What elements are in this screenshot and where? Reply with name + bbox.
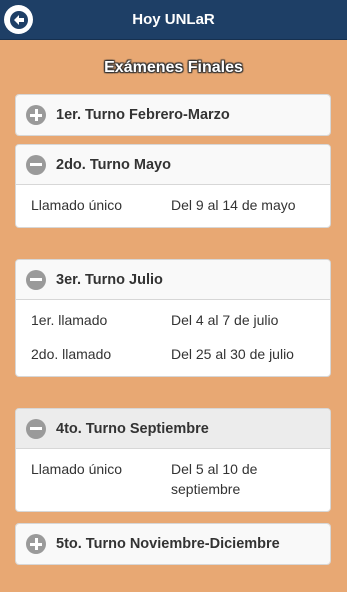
turno-card-mayo: 2do. Turno Mayo Llamado único Del 9 al 1…	[15, 144, 331, 228]
llamado-label: Llamado único	[31, 197, 123, 213]
turno-card-septiembre: 4to. Turno Septiembre Llamado único Del …	[15, 408, 331, 512]
collapse-minus-icon	[26, 154, 46, 175]
turno-title: 3er. Turno Julio	[56, 271, 163, 288]
turno-body: Llamado único Del 5 al 10 de septiembre	[16, 449, 330, 511]
expand-plus-icon	[26, 534, 46, 554]
app-header: Hoy UNLaR	[0, 0, 347, 40]
llamado-label: 1er. llamado	[31, 312, 108, 328]
turno-body: Llamado único Del 9 al 14 de mayo	[16, 185, 330, 227]
llamado-row: Llamado único Del 5 al 10 de septiembre	[16, 455, 330, 503]
llamado-dates: Del 25 al 30 de julio	[171, 346, 294, 362]
turno-body: 1er. llamado Del 4 al 7 de julio 2do. ll…	[16, 300, 330, 376]
llamado-row: 2do. llamado Del 25 al 30 de julio	[16, 334, 330, 368]
turno-header-septiembre[interactable]: 4to. Turno Septiembre	[16, 409, 330, 449]
turno-card-noviembre-diciembre: 5to. Turno Noviembre-Diciembre	[15, 523, 331, 565]
collapse-minus-icon	[26, 269, 46, 290]
collapse-minus-icon	[26, 418, 46, 439]
turno-header-julio[interactable]: 3er. Turno Julio	[16, 260, 330, 300]
page-title: Exámenes Finales	[104, 59, 243, 76]
expand-plus-icon	[26, 105, 46, 125]
turno-title: 4to. Turno Septiembre	[56, 420, 209, 437]
llamado-label: 2do. llamado	[31, 346, 112, 362]
turno-title: 2do. Turno Mayo	[56, 156, 171, 173]
llamado-label: Llamado único	[31, 461, 123, 477]
turno-title: 5to. Turno Noviembre-Diciembre	[56, 536, 280, 552]
llamado-row: Llamado único Del 9 al 14 de mayo	[16, 191, 330, 219]
turno-header-mayo[interactable]: 2do. Turno Mayo	[16, 145, 330, 185]
turno-header-febrero-marzo[interactable]: 1er. Turno Febrero-Marzo	[16, 95, 330, 135]
turno-card-febrero-marzo: 1er. Turno Febrero-Marzo	[15, 94, 331, 136]
turno-title: 1er. Turno Febrero-Marzo	[56, 107, 230, 123]
llamado-row: 1er. llamado Del 4 al 7 de julio	[16, 306, 330, 334]
llamado-dates: Del 9 al 14 de mayo	[171, 197, 296, 213]
app-title: Hoy UNLaR	[132, 11, 215, 28]
turno-header-noviembre-diciembre[interactable]: 5to. Turno Noviembre-Diciembre	[16, 524, 330, 564]
llamado-dates: Del 5 al 10 de septiembre	[171, 461, 258, 497]
llamado-dates: Del 4 al 7 de julio	[171, 312, 279, 328]
turno-card-julio: 3er. Turno Julio 1er. llamado Del 4 al 7…	[15, 259, 331, 377]
